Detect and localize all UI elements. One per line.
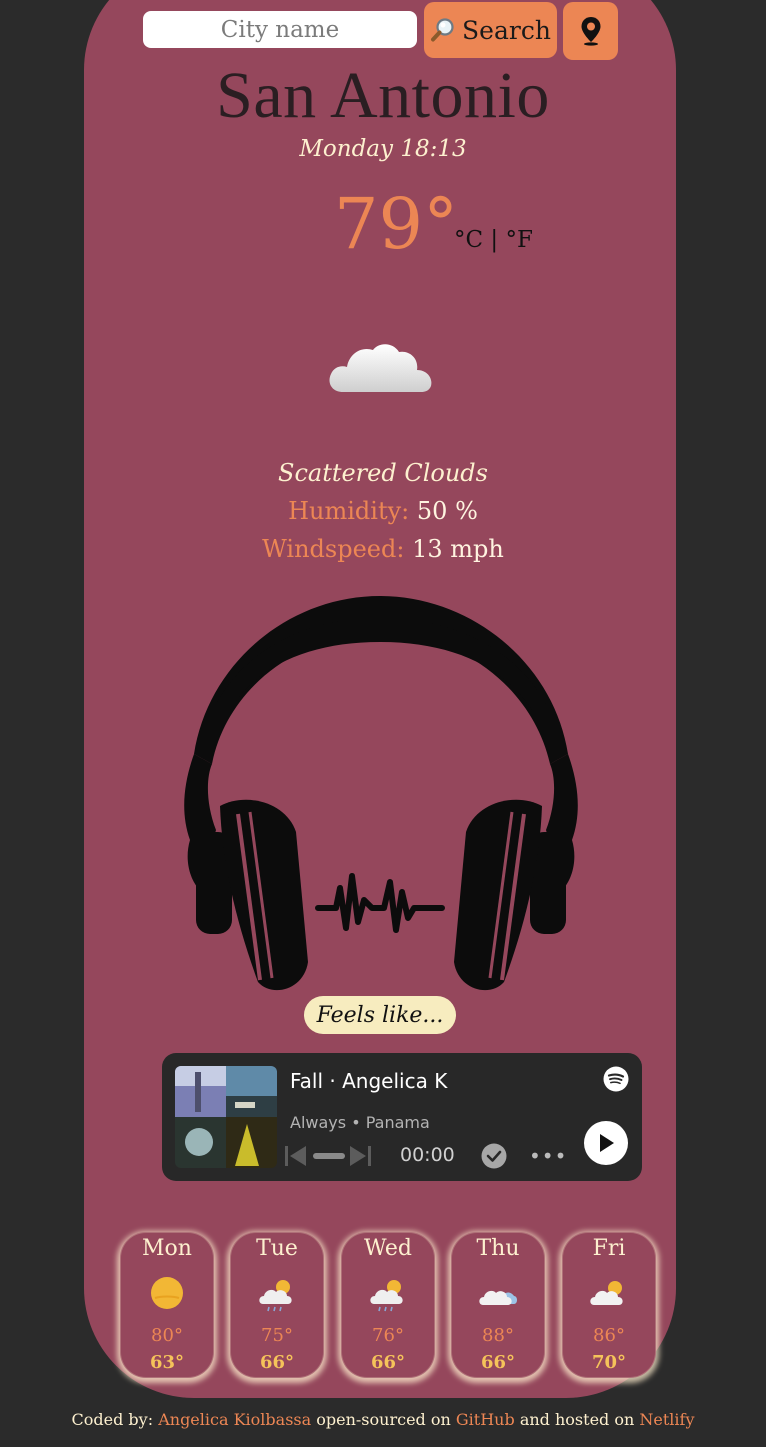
- forecast-low: 70°: [591, 1352, 627, 1373]
- forecast-day-mon: Mon 80° 63°: [120, 1232, 214, 1378]
- forecast-day-fri: Fri 86° 70°: [562, 1232, 656, 1378]
- skip-back-icon: [285, 1146, 306, 1166]
- track-subtitle: Always • Panama: [290, 1113, 430, 1132]
- play-button[interactable]: [584, 1121, 628, 1165]
- sun-cloud-icon: [589, 1274, 629, 1318]
- search-button-label: Search: [462, 15, 551, 45]
- forecast-high: 80°: [151, 1325, 183, 1346]
- search-button[interactable]: Search: [424, 2, 557, 58]
- more-options-button[interactable]: •••: [529, 1144, 567, 1168]
- forecast-high: 86°: [593, 1325, 625, 1346]
- forecast-low: 66°: [370, 1352, 406, 1373]
- magnifier-icon: [431, 18, 454, 42]
- previous-track-button[interactable]: [284, 1141, 308, 1175]
- github-link[interactable]: GitHub: [456, 1410, 515, 1429]
- progress-bar[interactable]: [313, 1153, 345, 1159]
- wind-value: 13 mph: [412, 535, 504, 563]
- footer: Coded by: Angelica Kiolbassa open-source…: [0, 1410, 766, 1429]
- wind-label: Windspeed:: [262, 535, 405, 563]
- forecast-high: 75°: [261, 1325, 293, 1346]
- forecast-low: 63°: [149, 1352, 185, 1373]
- forecast-day-tue: Tue 75° 66°: [230, 1232, 324, 1378]
- wind-row: Windspeed: 13 mph: [0, 535, 766, 563]
- playback-controls: 00:00 •••: [284, 1141, 567, 1174]
- current-datetime: Monday 18:13: [299, 136, 467, 162]
- city-name: San Antonio: [216, 59, 550, 132]
- cloud-icon: [325, 330, 435, 404]
- forecast-day-wed: Wed 76° 66°: [341, 1232, 435, 1378]
- sun-icon: [147, 1274, 187, 1318]
- forecast-high: 88°: [482, 1325, 514, 1346]
- sun-cloud-rain-icon: [257, 1274, 297, 1318]
- humidity-row: Humidity: 50 %: [0, 497, 766, 525]
- check-circle-icon: [481, 1143, 507, 1169]
- footer-middle: open-sourced on: [316, 1410, 451, 1429]
- cloud-icon: [478, 1274, 518, 1318]
- spotify-player: Fall · Angelica K Always • Panama 00:00: [162, 1053, 642, 1181]
- author-link[interactable]: Angelica Kiolbassa: [158, 1410, 311, 1429]
- track-album[interactable]: Panama: [366, 1113, 430, 1132]
- spotify-icon[interactable]: [603, 1066, 629, 1096]
- feels-like-label: Feels like...: [304, 996, 456, 1034]
- forecast-day-name: Tue: [256, 1236, 298, 1261]
- track-artist[interactable]: Always: [290, 1113, 346, 1132]
- netlify-link[interactable]: Netlify: [639, 1410, 694, 1429]
- footer-prefix: Coded by:: [71, 1410, 154, 1429]
- next-track-button[interactable]: [348, 1141, 372, 1175]
- search-form: Search: [143, 2, 623, 60]
- album-cover: [175, 1066, 277, 1168]
- forecast-day-name: Wed: [364, 1236, 412, 1261]
- sun-cloud-rain-icon: [368, 1274, 408, 1318]
- forecast-day-thu: Thu 88° 66°: [451, 1232, 545, 1378]
- forecast-low: 66°: [259, 1352, 295, 1373]
- weather-description: Scattered Clouds: [278, 459, 488, 487]
- current-temperature: 79°: [334, 183, 459, 265]
- forecast-day-name: Mon: [142, 1236, 192, 1261]
- current-location-button[interactable]: [563, 2, 618, 60]
- footer-middle2: and hosted on: [519, 1410, 635, 1429]
- track-title[interactable]: Fall · Angelica K: [290, 1069, 447, 1093]
- forecast-day-name: Thu: [476, 1236, 520, 1261]
- separator-dot: •: [351, 1113, 366, 1132]
- playback-time: 00:00: [400, 1144, 455, 1166]
- humidity-label: Humidity:: [288, 497, 410, 525]
- unit-toggle[interactable]: °C | °F: [454, 227, 533, 253]
- forecast-day-name: Fri: [592, 1236, 626, 1261]
- play-icon: [600, 1134, 614, 1152]
- forecast-low: 66°: [480, 1352, 516, 1373]
- headphones-soundwave-icon: [176, 592, 586, 1001]
- forecast-high: 76°: [372, 1325, 404, 1346]
- map-pin-icon: [581, 17, 600, 46]
- city-search-input[interactable]: [143, 11, 417, 48]
- saved-check-button[interactable]: [480, 1142, 508, 1174]
- humidity-value: 50 %: [416, 497, 478, 525]
- skip-forward-icon: [350, 1146, 371, 1166]
